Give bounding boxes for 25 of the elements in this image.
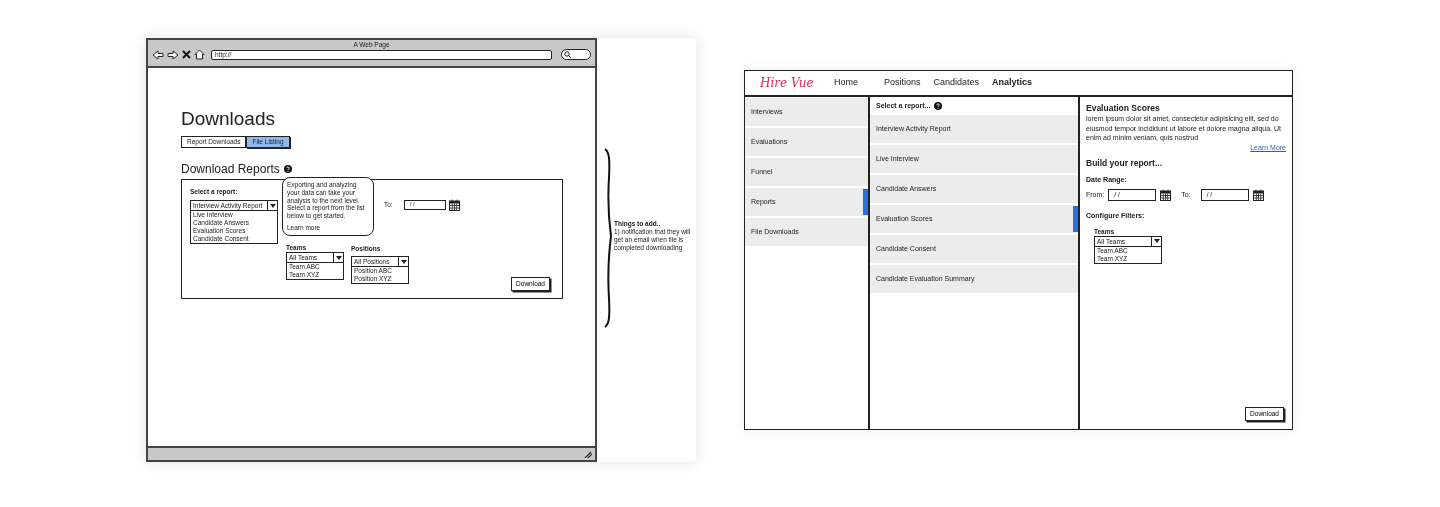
page-heading: Downloads [181,108,276,130]
help-icon [283,165,292,173]
nav-link[interactable]: Home [834,76,858,90]
logo[interactable]: Hire Vue [760,74,834,92]
home-icon[interactable] [194,49,205,60]
help-icon [934,102,943,110]
nav-link[interactable]: Candidates [933,76,980,90]
search-field[interactable] [561,49,591,60]
caret-icon [269,203,276,208]
calendar-icon[interactable] [1160,188,1172,201]
back-arrow-icon[interactable] [152,49,164,60]
calendar-icon[interactable] [1252,188,1264,201]
search-icon [564,51,571,58]
caret-icon [1153,239,1160,244]
detail-title: Evaluation Scores [1086,103,1161,114]
caret-icon [335,255,342,260]
resize-grip-icon [584,450,592,458]
nav-link[interactable]: Positions [884,76,921,90]
section-title: Build your report... [1086,157,1164,170]
nav-link[interactable]: Analytics [992,76,1033,90]
close-icon[interactable] [182,50,191,59]
forward-arrow-icon[interactable] [167,49,179,60]
section-title: Download Reports [181,161,280,178]
calendar-icon[interactable] [448,199,460,211]
caret-icon [400,259,407,264]
